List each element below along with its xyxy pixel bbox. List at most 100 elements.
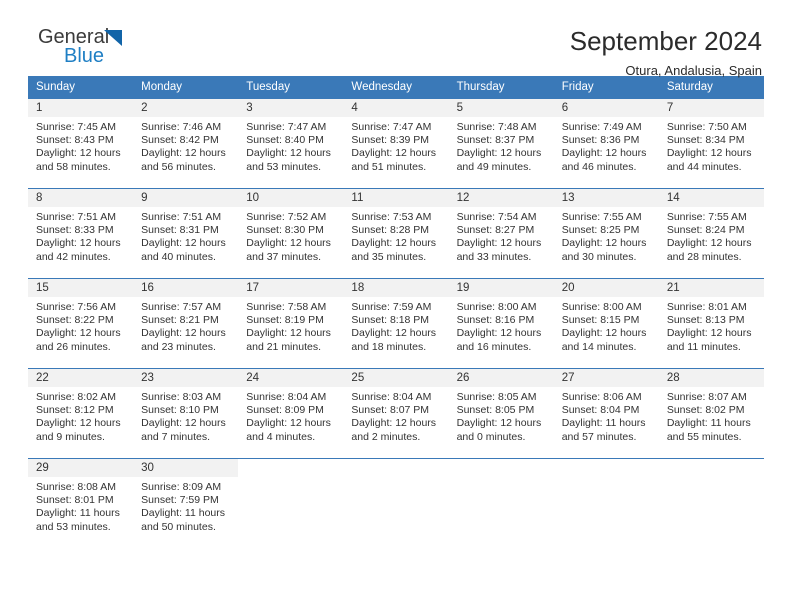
daylight-text-line1: Daylight: 12 hours <box>456 417 542 430</box>
sunset-text: Sunset: 8:10 PM <box>141 404 219 417</box>
calendar-day-cell[interactable]: 7 Sunrise: 7:50 AM Sunset: 8:34 PM Daylight… <box>658 98 764 189</box>
calendar-day-cell[interactable]: 14 Sunrise: 7:55 AM Sunset: 8:24 PM Dayligh… <box>658 188 764 279</box>
calendar-day-cell[interactable]: 16 Sunrise: 7:57 AM Sunset: 8:21 PM Dayligh… <box>133 278 239 369</box>
daylight-text-line1: Daylight: 12 hours <box>141 147 226 160</box>
calendar-day-cell[interactable]: 10 Sunrise: 7:52 AM Sunset: 8:30 PM Dayligh… <box>238 188 344 279</box>
weekday-header-sunday: Sunday <box>28 76 134 99</box>
calendar-day-cell[interactable]: 18 Sunrise: 7:59 AM Sunset: 8:18 PM Dayligh… <box>343 278 449 369</box>
day-details: Sunrise: 7:49 AM Sunset: 8:36 PM Daylight:… <box>554 117 659 174</box>
calendar-day-cell[interactable]: 1 Sunrise: 7:45 AM Sunset: 8:43 PM Daylight… <box>28 98 134 189</box>
calendar-day-cell[interactable]: 27 Sunrise: 8:06 AM Sunset: 8:04 PM Dayligh… <box>553 368 659 459</box>
sunset-text: Sunset: 8:01 PM <box>36 494 114 507</box>
daylight-text-line2: and 21 minutes. <box>246 340 321 353</box>
sunrise-text: Sunrise: 8:09 AM <box>141 481 222 493</box>
daylight-text-line2: and 53 minutes. <box>36 520 111 533</box>
day-details: Sunrise: 7:58 AM Sunset: 8:19 PM Daylight:… <box>238 297 343 354</box>
day-details: Sunrise: 7:55 AM Sunset: 8:25 PM Daylight:… <box>554 207 659 264</box>
sunrise-text: Sunrise: 8:05 AM <box>456 391 537 403</box>
calendar-day-cell[interactable]: 26 Sunrise: 8:05 AM Sunset: 8:05 PM Dayligh… <box>448 368 554 459</box>
calendar-day-cell-empty <box>448 458 554 549</box>
calendar-day-cell[interactable]: 20 Sunrise: 8:00 AM Sunset: 8:15 PM Dayligh… <box>553 278 659 369</box>
calendar-day-cell[interactable]: 29 Sunrise: 8:08 AM Sunset: 8:01 PM Dayligh… <box>28 458 134 549</box>
sunset-text: Sunset: 8:25 PM <box>561 224 640 237</box>
day-details: Sunrise: 7:53 AM Sunset: 8:28 PM Daylight:… <box>343 207 448 264</box>
weekday-header-tuesday: Tuesday <box>238 76 344 99</box>
day-number: 28 <box>658 369 764 387</box>
calendar-day-cell[interactable]: 15 Sunrise: 7:56 AM Sunset: 8:22 PM Dayligh… <box>28 278 134 369</box>
daylight-text-line2: and 4 minutes. <box>246 430 316 443</box>
calendar-day-cell[interactable]: 22 Sunrise: 8:02 AM Sunset: 8:12 PM Dayligh… <box>28 368 134 459</box>
sunrise-text: Sunrise: 8:04 AM <box>351 391 432 403</box>
calendar-day-cell[interactable]: 24 Sunrise: 8:04 AM Sunset: 8:09 PM Dayligh… <box>238 368 344 459</box>
daylight-text-line1: Daylight: 12 hours <box>456 237 542 250</box>
sunrise-text: Sunrise: 8:01 AM <box>666 301 747 313</box>
day-details: Sunrise: 8:04 AM Sunset: 8:07 PM Daylight:… <box>343 387 448 444</box>
day-number: 14 <box>658 189 764 207</box>
day-number: 26 <box>448 369 554 387</box>
day-details: Sunrise: 8:07 AM Sunset: 8:02 PM Daylight:… <box>659 387 764 444</box>
sunrise-text: Sunrise: 7:57 AM <box>141 301 222 313</box>
day-details: Sunrise: 7:50 AM Sunset: 8:34 PM Daylight:… <box>659 117 764 174</box>
sunset-text: Sunset: 8:22 PM <box>36 314 114 327</box>
calendar-day-cell[interactable]: 9 Sunrise: 7:51 AM Sunset: 8:31 PM Daylight… <box>133 188 239 279</box>
sunrise-text: Sunrise: 7:59 AM <box>351 301 432 313</box>
calendar-day-cell[interactable]: 23 Sunrise: 8:03 AM Sunset: 8:10 PM Dayligh… <box>133 368 239 459</box>
daylight-text-line1: Daylight: 11 hours <box>141 507 225 520</box>
calendar-day-cell[interactable]: 3 Sunrise: 7:47 AM Sunset: 8:40 PM Daylight… <box>238 98 344 189</box>
daylight-text-line2: and 55 minutes. <box>666 430 742 443</box>
calendar-day-cell[interactable]: 12 Sunrise: 7:54 AM Sunset: 8:27 PM Dayligh… <box>448 188 554 279</box>
daylight-text-line1: Daylight: 12 hours <box>141 417 226 430</box>
calendar-day-cell[interactable]: 11 Sunrise: 7:53 AM Sunset: 8:28 PM Dayligh… <box>343 188 449 279</box>
sunset-text: Sunset: 8:24 PM <box>666 224 745 237</box>
calendar-day-cell[interactable]: 13 Sunrise: 7:55 AM Sunset: 8:25 PM Dayligh… <box>553 188 659 279</box>
day-number <box>553 459 659 477</box>
day-number: 9 <box>133 189 239 207</box>
sunrise-text: Sunrise: 8:06 AM <box>561 391 642 403</box>
daylight-text-line1: Daylight: 12 hours <box>36 417 121 430</box>
sunset-text: Sunset: 8:13 PM <box>666 314 745 327</box>
calendar-day-cell[interactable]: 8 Sunrise: 7:51 AM Sunset: 8:33 PM Daylight… <box>28 188 134 279</box>
daylight-text-line1: Daylight: 12 hours <box>246 327 331 340</box>
calendar-page: General Blue September 2024 Otura, Andal… <box>0 0 792 612</box>
day-number: 27 <box>553 369 659 387</box>
sunset-text: Sunset: 8:33 PM <box>36 224 114 237</box>
calendar-day-cell[interactable]: 19 Sunrise: 8:00 AM Sunset: 8:16 PM Dayligh… <box>448 278 554 369</box>
sunrise-text: Sunrise: 8:02 AM <box>36 391 116 403</box>
sunrise-text: Sunrise: 7:49 AM <box>561 121 642 133</box>
day-details: Sunrise: 8:03 AM Sunset: 8:10 PM Daylight:… <box>133 387 238 444</box>
calendar-day-cell[interactable]: 4 Sunrise: 7:47 AM Sunset: 8:39 PM Daylight… <box>343 98 449 189</box>
sunset-text: Sunset: 8:39 PM <box>351 134 430 147</box>
calendar-day-cell[interactable]: 21 Sunrise: 8:01 AM Sunset: 8:13 PM Dayligh… <box>658 278 764 369</box>
calendar-day-cell[interactable]: 2 Sunrise: 7:46 AM Sunset: 8:42 PM Daylight… <box>133 98 239 189</box>
sunrise-text: Sunrise: 7:48 AM <box>456 121 537 133</box>
daylight-text-line1: Daylight: 11 hours <box>666 417 751 430</box>
daylight-text-line1: Daylight: 12 hours <box>36 237 121 250</box>
calendar-day-cell[interactable]: 25 Sunrise: 8:04 AM Sunset: 8:07 PM Dayligh… <box>343 368 449 459</box>
calendar-day-cell[interactable]: 6 Sunrise: 7:49 AM Sunset: 8:36 PM Daylight… <box>553 98 659 189</box>
calendar-day-cell[interactable]: 17 Sunrise: 7:58 AM Sunset: 8:19 PM Dayligh… <box>238 278 344 369</box>
daylight-text-line2: and 53 minutes. <box>246 160 321 173</box>
calendar-day-cell[interactable]: 28 Sunrise: 8:07 AM Sunset: 8:02 PM Dayligh… <box>658 368 764 459</box>
day-details: Sunrise: 7:46 AM Sunset: 8:42 PM Daylight:… <box>133 117 238 174</box>
sunset-text: Sunset: 8:42 PM <box>141 134 219 147</box>
day-number: 11 <box>343 189 449 207</box>
day-number: 20 <box>553 279 659 297</box>
daylight-text-line1: Daylight: 12 hours <box>351 237 437 250</box>
sunset-text: Sunset: 8:04 PM <box>561 404 640 417</box>
sunrise-text: Sunrise: 8:03 AM <box>141 391 222 403</box>
day-number: 21 <box>658 279 764 297</box>
daylight-text-line1: Daylight: 12 hours <box>351 327 437 340</box>
calendar-day-cell[interactable]: 5 Sunrise: 7:48 AM Sunset: 8:37 PM Daylight… <box>448 98 554 189</box>
day-number: 3 <box>238 99 344 117</box>
daylight-text-line2: and 57 minutes. <box>561 430 637 443</box>
triangle-icon <box>104 30 122 46</box>
sunrise-text: Sunrise: 7:47 AM <box>246 121 327 133</box>
day-number: 17 <box>238 279 344 297</box>
day-number: 29 <box>28 459 134 477</box>
day-details: Sunrise: 8:08 AM Sunset: 8:01 PM Daylight:… <box>28 477 133 534</box>
day-details: Sunrise: 8:05 AM Sunset: 8:05 PM Daylight:… <box>449 387 554 444</box>
calendar-day-cell[interactable]: 30 Sunrise: 8:09 AM Sunset: 7:59 PM Dayligh… <box>133 458 239 549</box>
day-number: 8 <box>28 189 134 207</box>
sunrise-text: Sunrise: 8:00 AM <box>456 301 537 313</box>
logo[interactable]: General Blue <box>28 26 148 74</box>
